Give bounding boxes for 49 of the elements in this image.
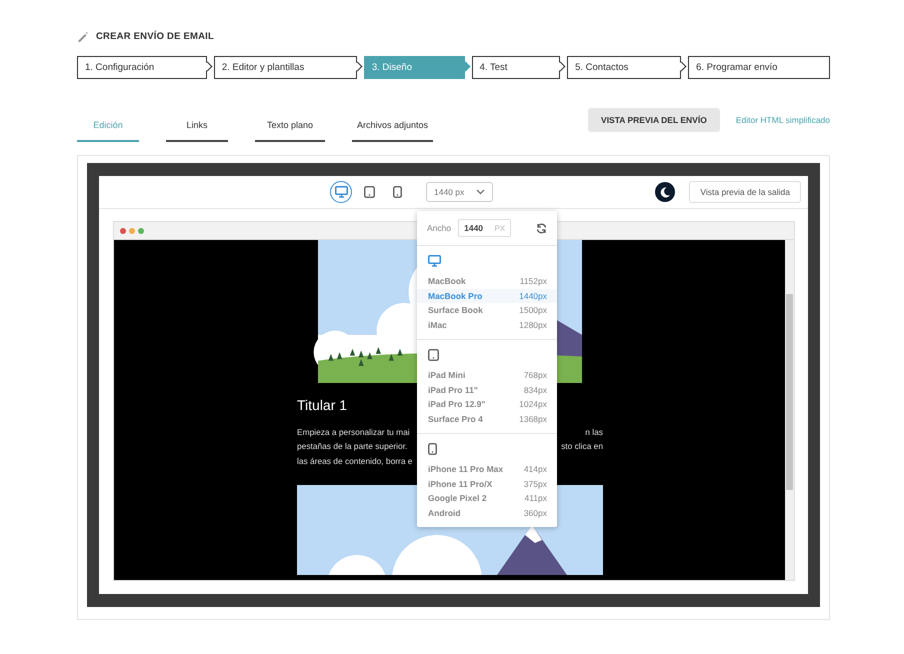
wizard-step[interactable]: 1. Configuración — [77, 56, 213, 79]
device-option[interactable]: Surface Pro 4 1368px — [417, 412, 557, 426]
tab[interactable]: Links — [166, 110, 228, 142]
phone-icon — [392, 186, 402, 198]
width-label: Ancho — [427, 223, 452, 233]
page-title: CREAR ENVÍO DE EMAIL — [96, 30, 214, 42]
device-option[interactable]: iPhone 11 Pro/X 375px — [417, 476, 557, 491]
width-input[interactable]: 1440 PX — [458, 219, 512, 237]
wizard-step[interactable]: 6. Programar envío — [688, 56, 830, 79]
email-heading: Titular 1 — [297, 397, 348, 414]
paragraph-text: sto clica en — [561, 440, 603, 453]
wizard-step[interactable]: 5. Contactos — [567, 56, 688, 79]
device-option[interactable]: iPad Pro 11" 834px — [417, 382, 557, 397]
tab[interactable]: Archivos adjuntos — [352, 110, 433, 142]
device-option[interactable]: Surface Book 1500px — [417, 303, 557, 318]
device-option[interactable]: iPad Pro 12.9" 1024px — [417, 397, 557, 412]
html-editor-link[interactable]: Editor HTML simplificado — [736, 115, 830, 125]
paragraph-text: las áreas de contenido, borra e — [297, 454, 412, 468]
phone-icon — [428, 443, 437, 455]
device-option[interactable]: iMac 1280px — [417, 318, 557, 332]
chevron-down-icon — [476, 189, 485, 195]
tab[interactable]: Edición — [77, 110, 139, 142]
wizard-step[interactable]: 2. Editor y plantillas — [214, 56, 363, 79]
maximize-dot-icon — [138, 228, 144, 234]
send-preview-button[interactable]: VISTA PREVIA DEL ENVÍO — [588, 108, 720, 132]
device-option[interactable]: MacBook 1152px — [417, 274, 557, 288]
pencil-icon — [77, 30, 88, 42]
refresh-icon[interactable] — [536, 222, 547, 234]
desktop-icon — [334, 186, 348, 198]
paragraph-text: n las — [585, 426, 603, 438]
device-button[interactable] — [330, 181, 352, 203]
device-option[interactable]: iPhone 11 Pro Max 414px — [417, 462, 557, 476]
output-preview-button[interactable]: Vista previa de la salida — [689, 181, 801, 203]
tablet-icon — [428, 349, 439, 361]
device-option[interactable]: MacBook Pro 1440px — [417, 288, 557, 303]
desktop-icon — [428, 255, 441, 267]
device-option[interactable]: Android 360px — [417, 506, 557, 520]
device-option[interactable]: Google Pixel 2 411px — [417, 491, 557, 506]
wizard-step[interactable]: 3. Diseño — [364, 56, 471, 79]
close-dot-icon — [120, 228, 126, 234]
paragraph-text: pestañas de la parte superior. — [297, 440, 408, 453]
minimize-dot-icon — [129, 228, 135, 234]
paragraph-text: Empieza a personalizar tu mai — [297, 426, 410, 439]
wizard-step[interactable]: 4. Test — [472, 56, 566, 79]
tablet-icon — [364, 186, 374, 198]
tab[interactable]: Texto plano — [255, 110, 325, 142]
width-select[interactable]: 1440 px — [426, 182, 493, 202]
scrollbar[interactable] — [785, 240, 794, 580]
moon-icon[interactable] — [655, 182, 676, 202]
